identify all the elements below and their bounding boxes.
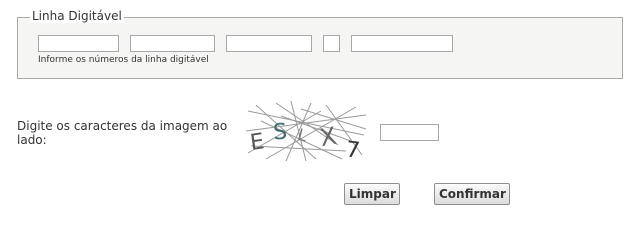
captcha-char-5: 7 (345, 137, 362, 163)
captcha-char-4: X (318, 122, 339, 152)
linha-field-2[interactable] (130, 35, 215, 52)
captcha-char-2: S (272, 120, 288, 146)
linha-field-4[interactable] (323, 35, 340, 52)
linha-digitavel-legend: Linha Digitável (30, 9, 124, 23)
linha-field-1[interactable] (38, 35, 119, 52)
linha-field-3[interactable] (226, 35, 312, 52)
captcha-input[interactable] (380, 124, 439, 141)
confirm-button[interactable]: Confirmar (434, 183, 510, 205)
linha-field-5[interactable] (351, 35, 453, 52)
clear-button[interactable]: Limpar (344, 183, 400, 205)
linha-digitavel-hint: Informe os números da linha digitável (38, 55, 209, 65)
captcha-char-1: E (249, 129, 266, 156)
captcha-image: E S L X 7 (246, 101, 367, 163)
captcha-label: Digite os caracteres da imagem ao lado: (17, 119, 228, 147)
